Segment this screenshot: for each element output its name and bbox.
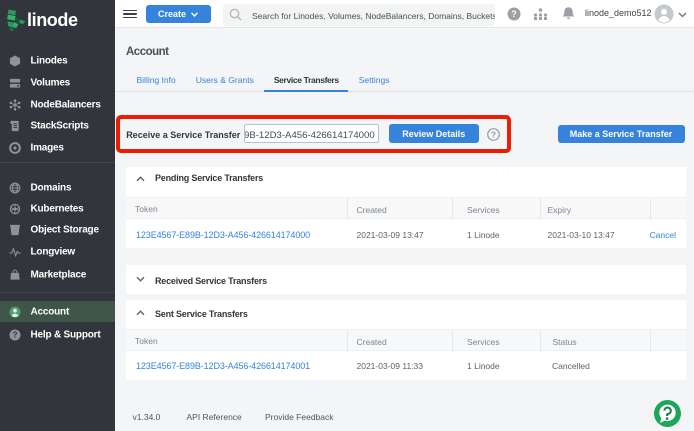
svg-text:?: ? [491, 129, 496, 139]
svg-text:?: ? [511, 9, 517, 19]
svg-text:?: ? [12, 331, 17, 340]
